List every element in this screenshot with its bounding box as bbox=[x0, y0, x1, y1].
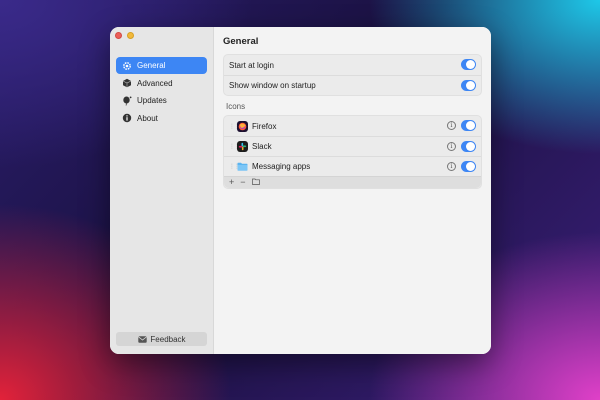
list-item-slack[interactable]: ⋮⋮ Slack i bbox=[224, 136, 481, 156]
cube-icon bbox=[122, 78, 132, 88]
list-item-messaging-apps[interactable]: ⋮⋮ Messaging apps i bbox=[224, 156, 481, 176]
setting-label: Start at login bbox=[229, 60, 274, 70]
minimize-button[interactable] bbox=[127, 32, 134, 39]
drag-handle-icon[interactable]: ⋮⋮ bbox=[229, 123, 240, 130]
info-button[interactable]: i bbox=[447, 162, 456, 171]
general-settings-card: Start at login Show window on startup bbox=[223, 54, 482, 96]
slack-icon bbox=[237, 141, 248, 152]
settings-window: General Advanced Updates About Feedback … bbox=[110, 27, 491, 354]
sidebar-item-advanced[interactable]: Advanced bbox=[116, 75, 207, 92]
info-icon bbox=[122, 113, 132, 123]
sidebar-item-label: General bbox=[137, 61, 166, 70]
setting-row-start-at-login: Start at login bbox=[224, 55, 481, 75]
setting-row-show-window: Show window on startup bbox=[224, 75, 481, 95]
list-footer-bar: + − bbox=[224, 176, 481, 188]
remove-button[interactable]: − bbox=[240, 178, 245, 187]
icons-list-card: ⋮⋮ Firefox i ⋮⋮ Slack i ⋮⋮ Messaging app… bbox=[223, 115, 482, 189]
icons-section-label: Icons bbox=[226, 102, 246, 111]
firefox-icon bbox=[237, 120, 248, 132]
slack-toggle[interactable] bbox=[461, 141, 476, 152]
info-button[interactable]: i bbox=[447, 121, 456, 130]
list-item-label: Slack bbox=[252, 142, 272, 151]
info-button[interactable]: i bbox=[447, 142, 456, 151]
sidebar-item-label: About bbox=[137, 113, 158, 123]
add-button[interactable]: + bbox=[229, 178, 234, 187]
sidebar: General Advanced Updates About Feedback bbox=[110, 27, 214, 354]
page-title: General bbox=[223, 36, 259, 47]
balloon-icon bbox=[122, 96, 132, 106]
feedback-label: Feedback bbox=[150, 334, 186, 344]
add-folder-icon[interactable] bbox=[251, 178, 260, 187]
setting-label: Show window on startup bbox=[229, 81, 316, 90]
list-item-firefox[interactable]: ⋮⋮ Firefox i bbox=[224, 116, 481, 136]
drag-handle-icon[interactable]: ⋮⋮ bbox=[229, 163, 240, 170]
gear-icon bbox=[122, 61, 132, 71]
main-panel: General Start at login Show window on st… bbox=[214, 27, 491, 354]
envelope-icon bbox=[137, 334, 147, 344]
window-controls bbox=[115, 32, 134, 39]
firefox-toggle[interactable] bbox=[461, 120, 476, 131]
drag-handle-icon[interactable]: ⋮⋮ bbox=[229, 143, 240, 150]
sidebar-item-updates[interactable]: Updates bbox=[116, 92, 207, 109]
sidebar-item-label: Advanced bbox=[137, 78, 173, 88]
sidebar-item-about[interactable]: About bbox=[116, 110, 207, 127]
close-button[interactable] bbox=[115, 32, 122, 39]
sidebar-item-general[interactable]: General bbox=[116, 57, 207, 74]
feedback-button[interactable]: Feedback bbox=[116, 332, 207, 346]
show-window-toggle[interactable] bbox=[461, 80, 476, 91]
sidebar-item-label: Updates bbox=[137, 96, 167, 105]
sidebar-nav: General Advanced Updates About bbox=[116, 57, 207, 127]
list-item-label: Messaging apps bbox=[252, 162, 311, 171]
folder-icon bbox=[237, 161, 248, 172]
start-at-login-toggle[interactable] bbox=[461, 59, 476, 70]
list-item-label: Firefox bbox=[252, 121, 277, 131]
messaging-apps-toggle[interactable] bbox=[461, 161, 476, 172]
